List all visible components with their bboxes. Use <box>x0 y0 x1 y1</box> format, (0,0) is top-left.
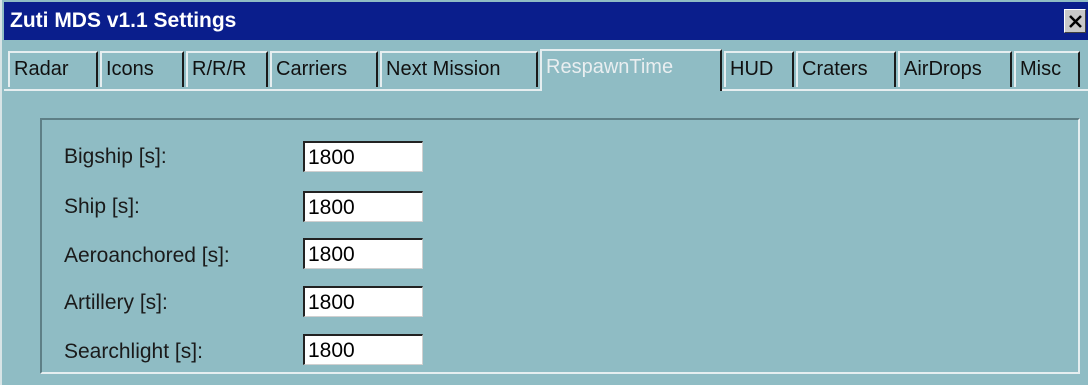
tab-respawn-time[interactable]: RespawnTime <box>540 49 722 91</box>
close-button[interactable] <box>1064 9 1086 33</box>
tab-rrr[interactable]: R/R/R <box>186 51 268 87</box>
bigship-input[interactable] <box>303 141 423 172</box>
close-icon <box>1069 15 1082 28</box>
tab-misc[interactable]: Misc <box>1014 51 1080 87</box>
aeroanchored-input[interactable] <box>303 238 423 269</box>
aeroanchored-label: Aeroanchored [s]: <box>64 244 230 267</box>
tab-icons[interactable]: Icons <box>100 51 184 87</box>
artillery-label: Artillery [s]: <box>64 291 168 314</box>
searchlight-label: Searchlight [s]: <box>64 340 203 363</box>
bigship-label: Bigship [s]: <box>64 145 167 168</box>
ship-input[interactable] <box>303 191 423 222</box>
tab-bar: Radar Icons R/R/R Carriers Next Mission … <box>4 49 1088 91</box>
window-title: Zuti MDS v1.1 Settings <box>10 9 237 32</box>
active-tab-gap <box>544 89 718 91</box>
tab-radar[interactable]: Radar <box>8 51 98 87</box>
tab-airdrops[interactable]: AirDrops <box>898 51 1012 87</box>
tab-craters[interactable]: Craters <box>796 51 896 87</box>
tab-hud[interactable]: HUD <box>724 51 794 87</box>
tab-next-mission[interactable]: Next Mission <box>380 51 538 87</box>
title-bar[interactable]: Zuti MDS v1.1 Settings <box>4 2 1088 40</box>
settings-window: Zuti MDS v1.1 Settings Radar Icons R/R/R… <box>0 0 1088 385</box>
ship-label: Ship [s]: <box>64 195 140 218</box>
tab-carriers[interactable]: Carriers <box>270 51 378 87</box>
searchlight-input[interactable] <box>303 334 423 365</box>
artillery-input[interactable] <box>303 286 423 317</box>
